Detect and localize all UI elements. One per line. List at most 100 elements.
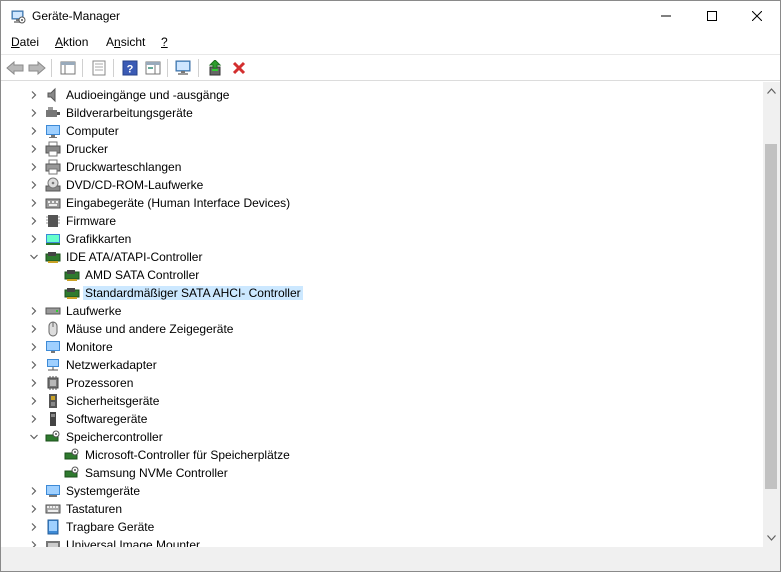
window-title: Geräte-Manager (32, 9, 121, 23)
expand-right-icon[interactable] (28, 377, 40, 389)
security-device-icon (49, 394, 57, 408)
disc-drive-icon (45, 177, 61, 192)
tree-item-label: Netzwerkadapter (66, 358, 157, 372)
tree-item-label: Eingabegeräte (Human Interface Devices) (66, 196, 291, 210)
expand-right-icon[interactable] (28, 539, 40, 547)
tree-item-label: Computer (66, 124, 119, 138)
expand-right-icon[interactable] (28, 125, 40, 137)
tree-item-label: Speichercontroller (66, 430, 163, 444)
tree-category[interactable]: Sicherheitsgeräte (1, 392, 763, 410)
tree-category[interactable]: Mäuse und andere Zeigegeräte (1, 320, 763, 338)
horizontal-scrollbar[interactable] (1, 547, 763, 564)
expand-right-icon[interactable] (28, 395, 40, 407)
menu-aktion[interactable]: Aktion (55, 35, 88, 49)
expand-right-icon[interactable] (28, 89, 40, 101)
tree-item-label: Prozessoren (66, 376, 134, 390)
expand-right-icon[interactable] (28, 323, 40, 335)
tree-category[interactable]: Computer (1, 122, 763, 140)
scan-hardware-button[interactable] (174, 58, 194, 78)
tree-category[interactable]: Eingabegeräte (Human Interface Devices) (1, 194, 763, 212)
tree-category[interactable]: Systemgeräte (1, 482, 763, 500)
tree-category[interactable]: Tragbare Geräte (1, 518, 763, 536)
tree-category[interactable]: Softwaregeräte (1, 410, 763, 428)
menu-datei[interactable]: Datei (11, 35, 39, 49)
tree-item-label: Grafikkarten (66, 232, 132, 246)
expand-right-icon[interactable] (28, 485, 40, 497)
computer-icon (46, 125, 60, 138)
camera-icon (46, 107, 60, 117)
expand-right-icon[interactable] (28, 197, 40, 209)
expand-right-icon[interactable] (28, 233, 40, 245)
expand-right-icon[interactable] (28, 359, 40, 371)
tree-category[interactable]: Universal Image Mounter (1, 536, 763, 547)
menu-ansicht-accel: n (114, 35, 121, 49)
uninstall-device-button[interactable] (229, 58, 249, 78)
status-bar (1, 564, 780, 571)
svg-text:?: ? (127, 64, 134, 76)
properties-button[interactable] (89, 58, 109, 78)
tree-category[interactable]: Prozessoren (1, 374, 763, 392)
tree-device[interactable]: Samsung NVMe Controller (1, 464, 763, 482)
tree-category[interactable]: Tastaturen (1, 500, 763, 518)
storage-controller-icon (64, 466, 79, 478)
menu-aktion-accel: A (55, 35, 64, 49)
tree-category[interactable]: Speichercontroller (1, 428, 763, 446)
menu-ansicht-rest: sicht (120, 35, 146, 49)
expand-down-icon[interactable] (28, 251, 40, 263)
menu-ansicht[interactable]: Ansicht (106, 35, 145, 49)
title-bar[interactable]: Geräte-Manager (1, 1, 780, 32)
tree-device[interactable]: AMD SATA Controller (1, 266, 763, 284)
storage-controller-icon (45, 430, 60, 442)
back-button[interactable] (5, 58, 25, 78)
menu-help[interactable]: ? (161, 35, 168, 49)
tree-item-label: Druckwarteschlangen (66, 160, 182, 174)
expand-right-icon[interactable] (28, 503, 40, 515)
tree-category[interactable]: Netzwerkadapter (1, 356, 763, 374)
expand-right-icon[interactable] (28, 413, 40, 425)
minimize-button[interactable] (643, 1, 689, 31)
tree-category[interactable]: DVD/CD-ROM-Laufwerke (1, 176, 763, 194)
help-button[interactable]: ? (120, 58, 140, 78)
tree-category[interactable]: Grafikkarten (1, 230, 763, 248)
update-driver-button[interactable] (205, 58, 225, 78)
expand-down-icon[interactable] (28, 431, 40, 443)
device-tree[interactable]: Audioeingänge und -ausgänge Bildverarbeit… (1, 82, 763, 547)
expand-right-icon[interactable] (28, 305, 40, 317)
storage-controller-icon (64, 448, 79, 460)
action-pane-button[interactable] (143, 58, 163, 78)
expand-right-icon[interactable] (28, 161, 40, 173)
tree-category[interactable]: Bildverarbeitungsgeräte (1, 104, 763, 122)
tree-category[interactable]: Monitore (1, 338, 763, 356)
expand-right-icon[interactable] (28, 179, 40, 191)
console-tree-button[interactable] (58, 58, 78, 78)
expand-right-icon[interactable] (28, 107, 40, 119)
tree-item-label: Firmware (66, 214, 116, 228)
firmware-icon (46, 215, 60, 227)
scroll-down-icon[interactable] (767, 535, 776, 541)
help-icon: ? (122, 60, 138, 76)
scan-hardware-icon (175, 60, 191, 75)
menu-datei-rest: atei (19, 35, 40, 49)
expand-right-icon[interactable] (28, 143, 40, 155)
tree-category[interactable]: Drucker (1, 140, 763, 158)
tree-category[interactable]: Audioeingänge und -ausgänge (1, 86, 763, 104)
tree-category[interactable]: Firmware (1, 212, 763, 230)
vertical-scrollbar[interactable] (763, 82, 780, 547)
expand-right-icon[interactable] (28, 341, 40, 353)
tree-category[interactable]: Druckwarteschlangen (1, 158, 763, 176)
tree-device[interactable]: Standardmäßiger SATA AHCI- Controller (1, 284, 763, 302)
tree-category[interactable]: IDE ATA/ATAPI-Controller (1, 248, 763, 266)
scrollbar-thumb[interactable] (765, 144, 777, 489)
tree-category[interactable]: Laufwerke (1, 302, 763, 320)
tree-item-label: Standardmäßiger SATA AHCI- Controller (83, 286, 303, 300)
expand-right-icon[interactable] (28, 215, 40, 227)
ide-controller-icon (64, 270, 80, 281)
menu-bar: Datei Aktion Ansicht ? (1, 32, 780, 54)
close-button[interactable] (734, 1, 780, 31)
update-driver-icon (208, 60, 222, 76)
forward-button[interactable] (27, 58, 47, 78)
expand-right-icon[interactable] (28, 521, 40, 533)
tree-device[interactable]: Microsoft-Controller für Speicherplätze (1, 446, 763, 464)
scroll-up-icon[interactable] (767, 88, 776, 94)
maximize-button[interactable] (689, 1, 735, 31)
